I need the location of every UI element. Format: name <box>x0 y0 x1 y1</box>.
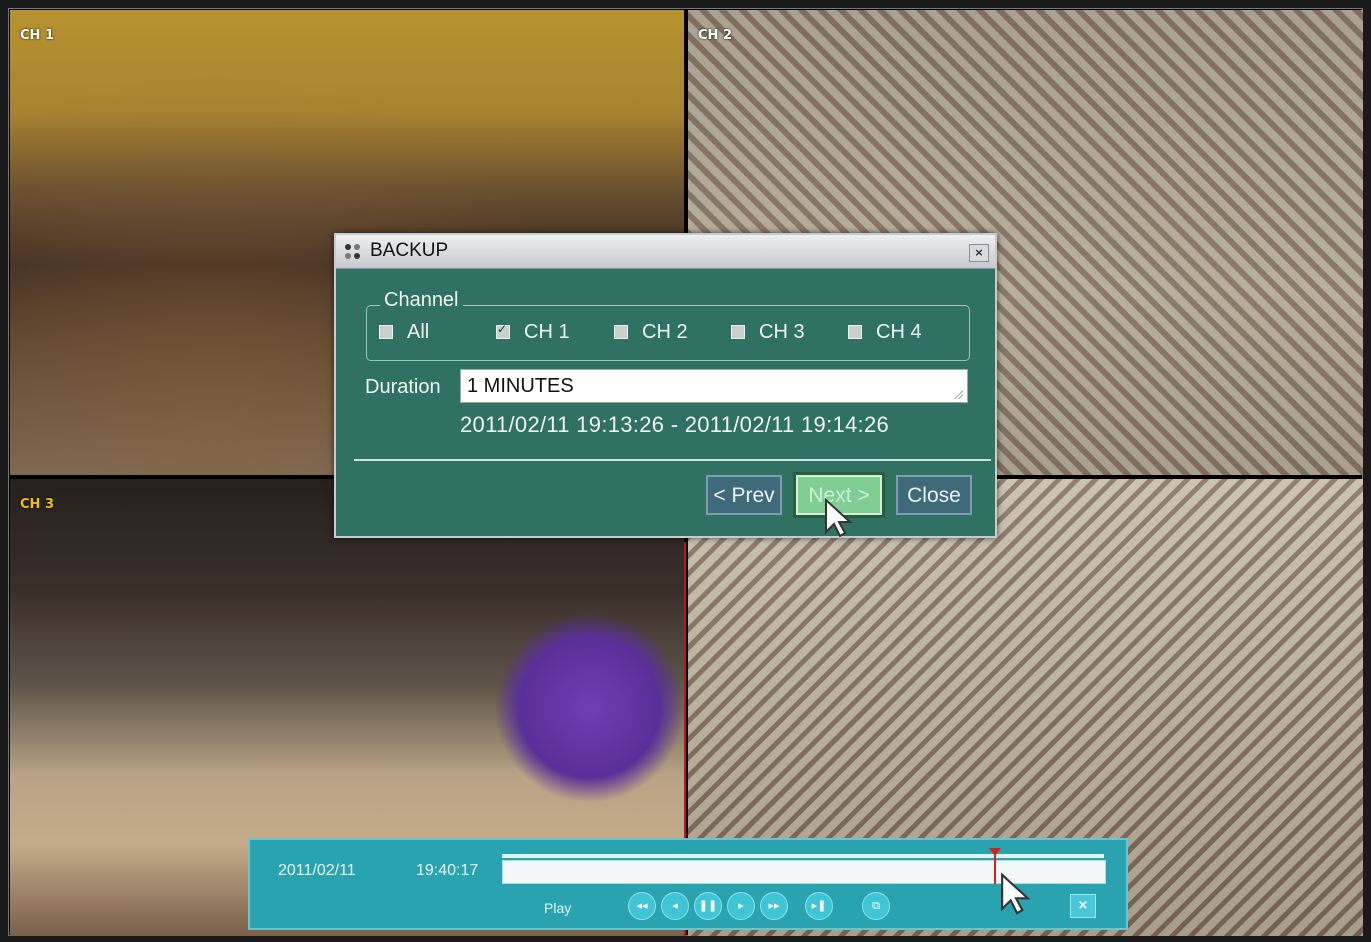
timeline-position-marker[interactable] <box>994 850 996 884</box>
fast-forward-button[interactable]: ▸▸ <box>760 892 788 920</box>
checkbox-ch3[interactable]: CH 3 <box>731 321 805 343</box>
play-button[interactable]: ▸ <box>727 892 755 920</box>
fast-forward-icon: ▸▸ <box>768 899 780 912</box>
duration-value: 1 MINUTES <box>467 375 574 397</box>
checkbox-box[interactable] <box>614 325 628 339</box>
checkbox-box[interactable] <box>848 325 862 339</box>
dialog-titlebar[interactable]: BACKUP × <box>336 235 995 269</box>
playback-time: 19:40:17 <box>416 862 479 879</box>
checkbox-label: CH 1 <box>524 320 570 343</box>
backup-dialog: BACKUP × Channel All CH 1 CH 2 CH 3 CH 4… <box>334 233 997 538</box>
channel-label: CH 3 <box>20 497 54 512</box>
checkbox-label: CH 4 <box>876 320 922 343</box>
prev-button[interactable]: < Prev <box>706 475 782 515</box>
pause-button[interactable]: ❚❚ <box>694 892 722 920</box>
timeline-top-rail <box>502 854 1104 858</box>
backup-time-range: 2011/02/11 19:13:26 - 2011/02/11 19:14:2… <box>460 412 890 437</box>
mouse-cursor-icon <box>825 498 853 538</box>
backup-button[interactable]: ⧉ <box>862 892 890 920</box>
duration-label: Duration <box>365 376 441 398</box>
divider <box>354 459 991 461</box>
step-back-button[interactable]: ◂ <box>661 892 689 920</box>
mouse-cursor-icon <box>1001 872 1031 915</box>
checkbox-box[interactable] <box>379 325 393 339</box>
close-playback-button[interactable]: × <box>1070 894 1096 918</box>
checkbox-box[interactable] <box>731 325 745 339</box>
fast-rewind-button[interactable]: ◂◂ <box>628 892 656 920</box>
close-icon[interactable]: × <box>969 244 989 262</box>
backup-icon <box>345 244 360 259</box>
checkbox-label: CH 3 <box>759 320 805 343</box>
playback-bar: 2011/02/11 19:40:17 Play ◂◂ ◂ ❚❚ ▸ ▸▸ ▸❚… <box>248 838 1128 930</box>
checkbox-label: All <box>407 320 430 343</box>
checkbox-label: CH 2 <box>642 320 688 343</box>
step-back-icon: ◂ <box>672 899 678 912</box>
play-icon: ▸ <box>738 899 744 912</box>
channel-label: CH 2 <box>698 28 732 43</box>
checkbox-all[interactable]: All <box>379 321 429 343</box>
close-button[interactable]: Close <box>896 475 972 515</box>
playback-date: 2011/02/11 <box>278 862 356 879</box>
checkbox-box[interactable] <box>496 322 510 339</box>
dialog-title: BACKUP <box>370 240 449 261</box>
fast-rewind-icon: ◂◂ <box>636 899 648 912</box>
channel-label: CH 1 <box>20 28 54 43</box>
checkbox-ch2[interactable]: CH 2 <box>614 321 688 343</box>
playback-mode: Play <box>544 900 572 916</box>
resize-grip-icon <box>953 389 963 399</box>
channel-group-label: Channel <box>380 289 463 312</box>
checkbox-ch1[interactable]: CH 1 <box>496 321 570 343</box>
duration-field[interactable]: 1 MINUTES <box>460 369 968 403</box>
checkbox-ch4[interactable]: CH 4 <box>848 321 922 343</box>
backup-icon: ⧉ <box>872 899 880 912</box>
pause-icon: ❚❚ <box>698 899 718 912</box>
step-forward-icon: ▸❚ <box>811 899 827 912</box>
step-forward-button[interactable]: ▸❚ <box>805 892 833 920</box>
